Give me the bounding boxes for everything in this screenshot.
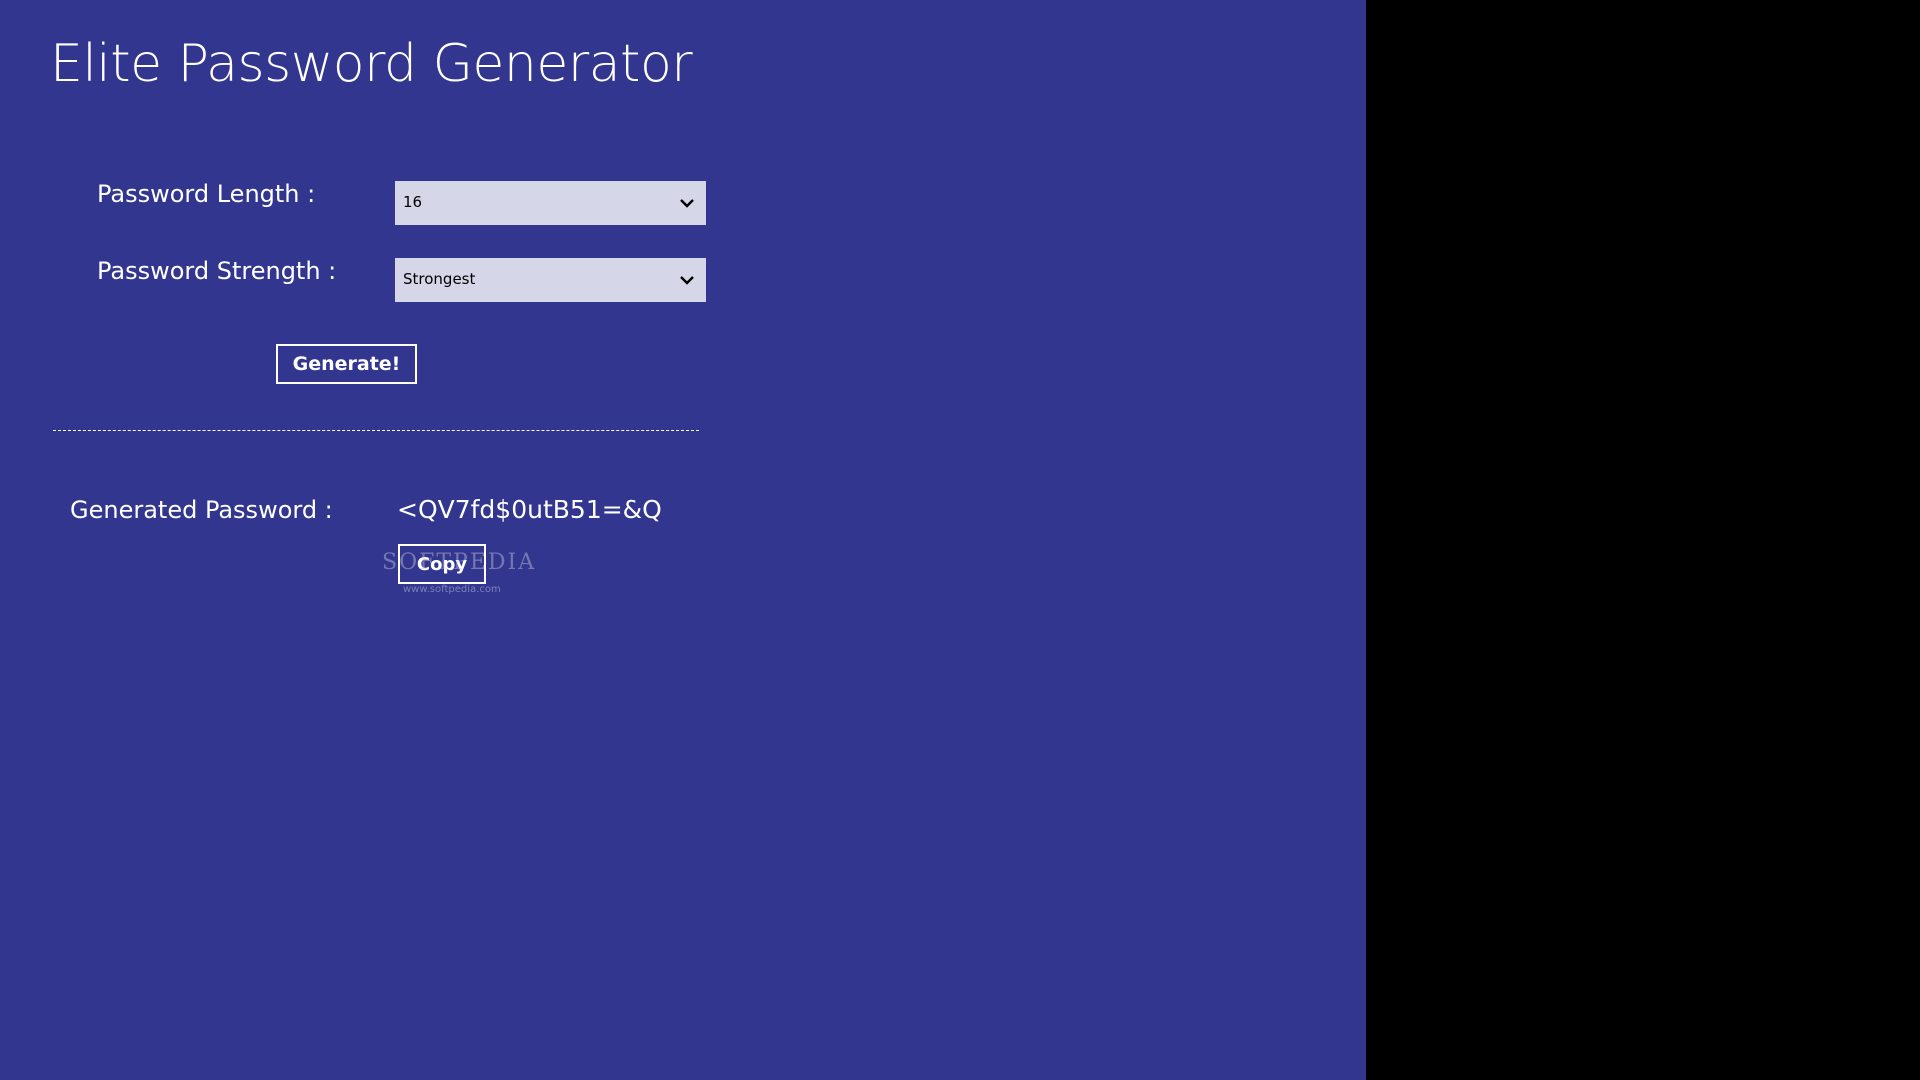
password-length-label: Password Length : [97, 180, 316, 208]
password-strength-label: Password Strength : [97, 257, 337, 285]
copy-button[interactable]: Copy [398, 544, 486, 584]
password-strength-select[interactable]: Strongest [395, 258, 706, 302]
chevron-down-icon [680, 276, 694, 285]
password-length-value: 16 [403, 193, 423, 211]
app-window: Elite Password Generator Password Length… [0, 0, 1366, 1080]
chevron-down-icon [680, 199, 694, 208]
generated-password-label: Generated Password : [70, 496, 333, 524]
password-length-select[interactable]: 16 [395, 181, 706, 225]
divider [53, 430, 699, 431]
empty-screen-area [1366, 0, 1920, 1080]
password-strength-value: Strongest [403, 270, 476, 288]
page-title: Elite Password Generator [50, 34, 693, 94]
generated-password-value: <QV7fd$0utB51=&Q [397, 495, 662, 524]
generate-button[interactable]: Generate! [276, 344, 417, 384]
watermark-url: www.softpedia.com [403, 584, 501, 595]
